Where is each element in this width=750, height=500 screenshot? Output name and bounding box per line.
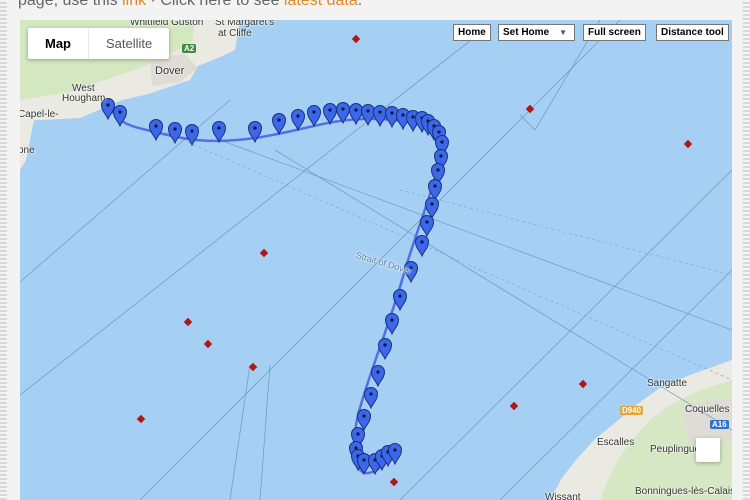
header-prefix: page, use this: [18, 0, 123, 9]
label-sangatte: Sangatte: [647, 378, 688, 389]
set-home-dropdown[interactable]: Set Home ▼: [498, 24, 575, 41]
buoy-marker-icon: [136, 414, 146, 424]
map-pin-icon[interactable]: [271, 113, 287, 136]
buoy-marker-icon: [389, 477, 399, 487]
set-home-label: Set Home: [503, 27, 550, 38]
header-middle: · Click here to see: [146, 0, 284, 9]
buoy-marker-icon: [203, 339, 213, 349]
buoy-marker-icon: [578, 379, 588, 389]
label-coquelles: Coquelles: [685, 404, 730, 415]
label-whitfield: Whitfield Guston: [130, 20, 204, 28]
road-a2-badge: A2: [182, 44, 197, 53]
buoy-marker-icon: [259, 248, 269, 258]
map-type-control: Map Satellite: [28, 28, 170, 59]
link-anchor[interactable]: link: [122, 0, 146, 9]
map-pin-icon[interactable]: [290, 109, 306, 132]
buoy-marker-icon: [683, 139, 693, 149]
map-pin-icon[interactable]: [414, 235, 430, 258]
buoy-marker-icon: [351, 34, 361, 44]
label-bonningues: Bonningues-lès-Calais: [635, 486, 732, 497]
map-type-satellite-button[interactable]: Satellite: [89, 28, 169, 59]
map-pin-icon[interactable]: [348, 103, 364, 126]
map-pin-icon[interactable]: [370, 365, 386, 388]
distance-tool-label: Distance tool: [661, 27, 724, 38]
distance-tool-button[interactable]: Distance tool: [656, 24, 729, 41]
map-pin-icon[interactable]: [384, 313, 400, 336]
label-wissant: Wissant: [545, 492, 581, 500]
header-text: page, use this link · Click here to see …: [18, 0, 738, 12]
buoy-marker-icon: [525, 104, 535, 114]
road-a16-badge: A16: [710, 420, 729, 429]
markers-layer: [100, 98, 450, 476]
map-pin-icon[interactable]: [211, 121, 227, 144]
map-pin-icon[interactable]: [427, 179, 443, 202]
map-pin-icon[interactable]: [419, 215, 435, 238]
label-capel: Capel-le-: [20, 109, 59, 120]
map-canvas[interactable]: Whitfield Guston St Margaret's at Cliffe…: [20, 20, 732, 500]
full-screen-button[interactable]: Full screen: [583, 24, 646, 41]
buoy-marker-icon: [509, 401, 519, 411]
road-d940-badge: D940: [620, 406, 644, 415]
map-type-map-button[interactable]: Map: [28, 28, 88, 59]
latest-data-link[interactable]: latest data: [284, 0, 358, 9]
buoys: [136, 34, 693, 487]
map-pin-icon[interactable]: [392, 289, 408, 312]
label-dover: Dover: [155, 65, 185, 77]
map-pin-icon[interactable]: [184, 124, 200, 147]
home-button[interactable]: Home: [453, 24, 491, 41]
map-pin-icon[interactable]: [306, 105, 322, 128]
label-escalles: Escalles: [597, 437, 635, 448]
map-pin-icon[interactable]: [363, 387, 379, 410]
page-frame-right: [743, 0, 750, 500]
map-pin-icon[interactable]: [167, 122, 183, 145]
map-pin-icon[interactable]: [148, 119, 164, 142]
label-west-hougham-2: Hougham: [62, 93, 106, 104]
page-frame-left: [0, 0, 7, 500]
chevron-down-icon: ▼: [559, 28, 568, 37]
map-corner-control[interactable]: [696, 438, 720, 462]
map-pin-icon[interactable]: [356, 409, 372, 432]
map-pin-icon[interactable]: [377, 338, 393, 361]
label-one: one: [20, 145, 35, 156]
buoy-marker-icon: [183, 317, 193, 327]
buoy-marker-icon: [248, 362, 258, 372]
label-margarets-2: at Cliffe: [218, 28, 252, 39]
label-margarets-1: St Margaret's: [215, 20, 275, 28]
map-pin-icon[interactable]: [360, 104, 376, 127]
map-pin-icon[interactable]: [372, 105, 388, 128]
header-suffix: .: [357, 0, 363, 9]
home-button-label: Home: [458, 27, 486, 38]
full-screen-label: Full screen: [588, 27, 641, 38]
map-pin-icon[interactable]: [424, 197, 440, 220]
